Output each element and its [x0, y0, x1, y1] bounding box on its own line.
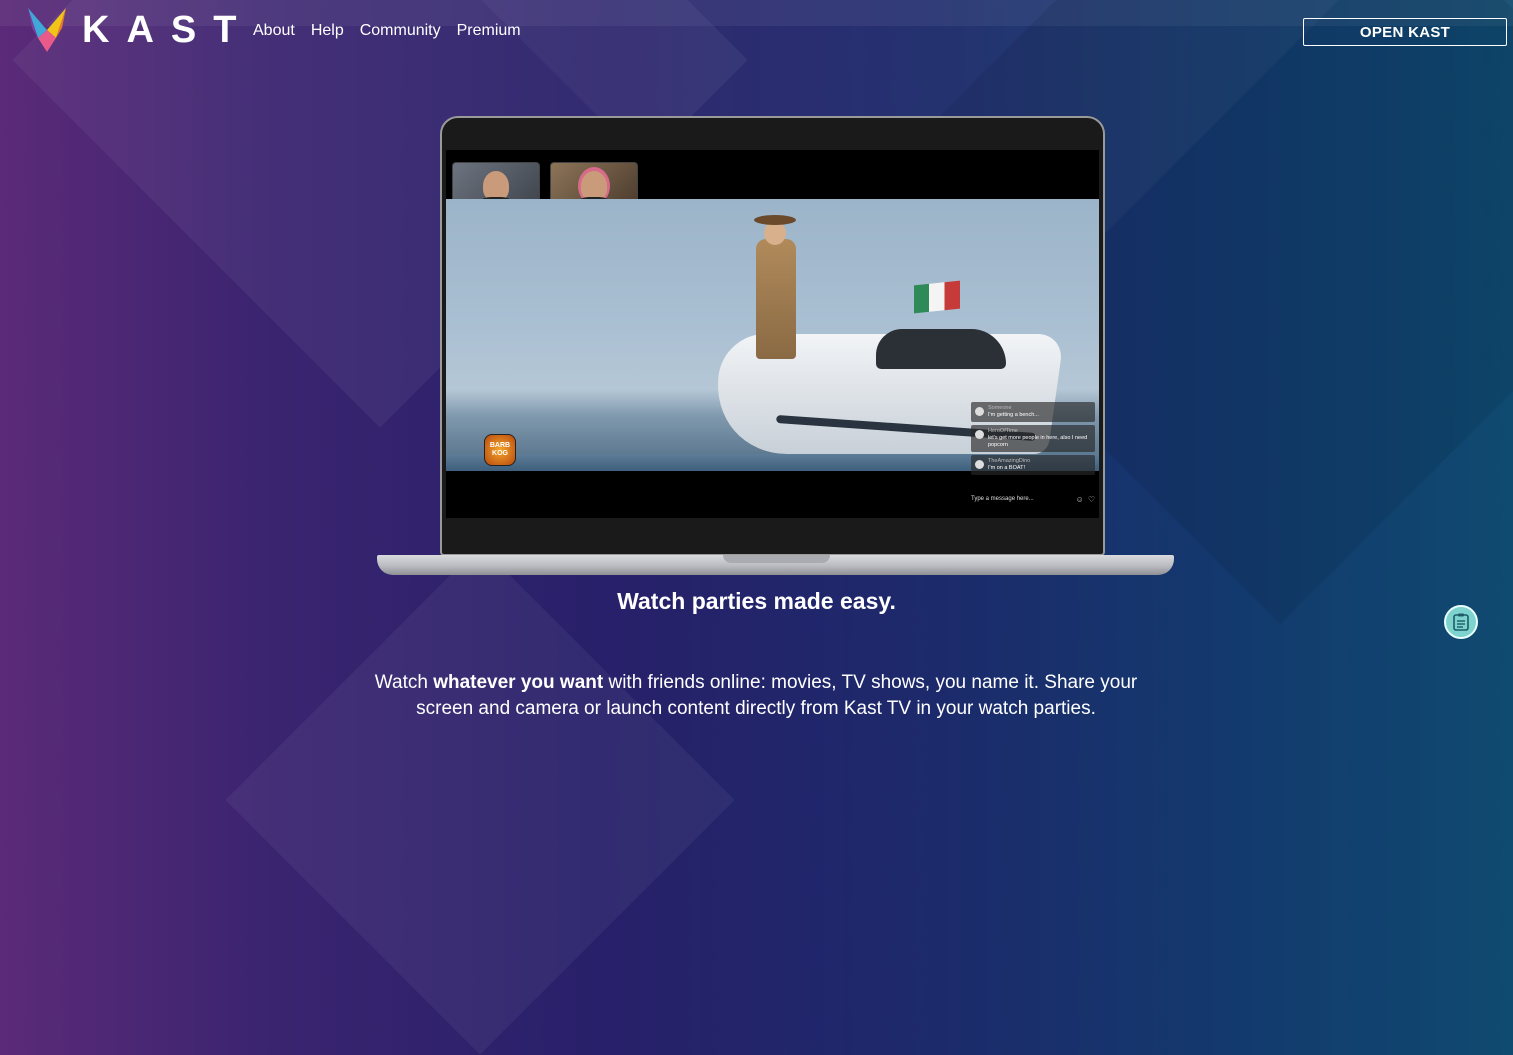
chat-username: Someone — [988, 405, 1012, 411]
chat-username: TheAmazingDino — [988, 458, 1031, 464]
chat-panel: Someone I'm getting a bench... HeroOfTim… — [971, 402, 1095, 478]
laptop-screen: BARB KOG Someone I'm getting a bench... … — [446, 150, 1099, 518]
nav-about-link[interactable]: About — [253, 20, 295, 42]
floating-notes-button[interactable] — [1444, 605, 1478, 639]
chat-avatar — [975, 430, 984, 439]
chat-message: TheAmazingDino I'm on a BOAT! — [971, 455, 1095, 475]
video-boat-cabin — [876, 329, 1006, 369]
chat-body: TheAmazingDino I'm on a BOAT! — [988, 458, 1030, 472]
video-person-body — [756, 239, 796, 359]
chat-username: HeroOfTime — [988, 428, 1018, 434]
chat-input-placeholder: Type a message here... — [971, 496, 1034, 502]
kast-logo-icon[interactable] — [28, 8, 66, 52]
main-nav: About Help Community Premium — [253, 20, 537, 42]
video-flag — [914, 280, 960, 314]
nav-community-link[interactable]: Community — [360, 20, 441, 42]
hero-description: Watch whatever you want with friends onl… — [356, 670, 1156, 722]
nav-help-link[interactable]: Help — [311, 20, 344, 42]
chat-icons: ☺ ♡ — [1076, 495, 1095, 504]
background-shape — [225, 545, 735, 1055]
description-emphasis: whatever you want — [433, 672, 604, 693]
chat-body: Someone I'm getting a bench... — [988, 405, 1039, 419]
nav-premium-link[interactable]: Premium — [457, 20, 521, 42]
chat-avatar — [975, 407, 984, 416]
video-person-hat — [754, 215, 796, 225]
chat-text: I'm on a BOAT! — [988, 465, 1026, 471]
chat-input: Type a message here... ☺ ♡ — [971, 492, 1095, 506]
hero-tagline: Watch parties made easy. — [617, 588, 896, 614]
notes-icon — [1453, 613, 1469, 631]
chat-avatar — [975, 460, 984, 469]
description-text: Watch — [374, 672, 434, 693]
logo-wordmark[interactable]: KAST — [82, 8, 253, 52]
app-badge-icon: BARB KOG — [484, 434, 516, 466]
chat-body: HeroOfTime let's get more people in here… — [988, 428, 1091, 449]
open-kast-button[interactable]: OPEN KAST — [1303, 18, 1507, 46]
heart-icon: ♡ — [1087, 494, 1095, 504]
chat-message: Someone I'm getting a bench... — [971, 402, 1095, 422]
laptop-notch — [723, 555, 830, 563]
chat-text: let's get more people in here, also I ne… — [988, 435, 1088, 448]
site-header: KAST About Help Community Premium OPEN K… — [0, 0, 1513, 62]
emoji-icon: ☺ — [1075, 494, 1084, 504]
chat-text: I'm getting a bench... — [988, 412, 1039, 418]
chat-message: HeroOfTime let's get more people in here… — [971, 425, 1095, 452]
